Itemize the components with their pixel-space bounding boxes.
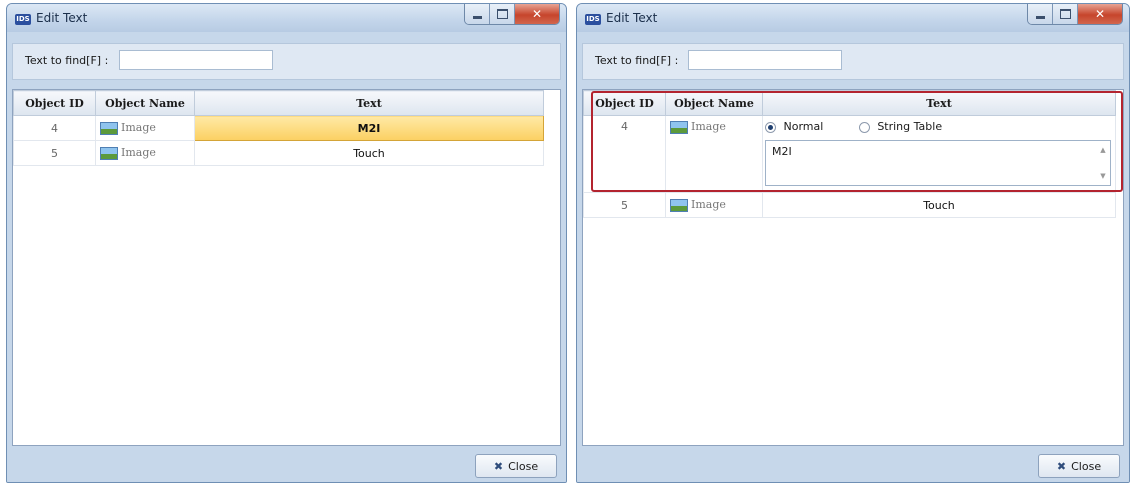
find-input[interactable] xyxy=(688,50,842,70)
object-id-cell: 4 xyxy=(13,115,96,141)
object-grid: Object ID Object Name Text 4 Image Norma… xyxy=(582,89,1124,446)
scroll-down-icon[interactable]: ▼ xyxy=(1100,172,1105,180)
table-row[interactable]: 4 Image M2I xyxy=(13,115,544,141)
radio-string-table-label[interactable]: String Table xyxy=(877,120,942,133)
grid-header: Object ID Object Name Text xyxy=(13,90,544,116)
edit-text-window-1: IDS Edit Text ✕ Text to find[F] : Object… xyxy=(6,3,567,483)
object-name-label: Image xyxy=(121,146,156,160)
close-icon: ✕ xyxy=(531,7,543,21)
table-row[interactable]: 5 Image Touch xyxy=(13,140,544,166)
table-row[interactable]: 5 Image Touch xyxy=(583,192,1116,218)
find-bar: Text to find[F] : xyxy=(12,43,561,80)
image-icon xyxy=(670,120,688,134)
object-id-cell: 5 xyxy=(583,192,666,218)
radio-normal-label[interactable]: Normal xyxy=(784,120,824,133)
radio-string-table[interactable] xyxy=(858,121,870,133)
column-header-object-id[interactable]: Object ID xyxy=(583,90,666,116)
close-window-button[interactable]: ✕ xyxy=(515,4,559,24)
radio-normal[interactable] xyxy=(765,121,776,133)
maximize-button[interactable] xyxy=(1053,4,1078,24)
maximize-icon xyxy=(496,9,508,19)
object-name-cell: Image xyxy=(665,115,763,193)
maximize-icon xyxy=(1059,9,1071,19)
minimize-icon xyxy=(1035,15,1045,19)
text-cell-selected[interactable]: M2I xyxy=(194,115,544,141)
app-icon: IDS xyxy=(585,14,601,25)
object-name-label: Image xyxy=(691,120,726,133)
object-name-cell: Image xyxy=(665,192,763,218)
window-title: Edit Text xyxy=(606,11,658,25)
object-grid: Object ID Object Name Text 4 Image M2I 5… xyxy=(12,89,561,446)
close-button[interactable]: ✖ Close xyxy=(1038,454,1120,478)
image-icon xyxy=(100,146,118,160)
window-title: Edit Text xyxy=(36,11,88,25)
object-name-label: Image xyxy=(121,121,156,135)
bottom-bar: ✖ Close xyxy=(7,448,566,482)
minimize-button[interactable] xyxy=(1028,4,1053,24)
column-header-object-id[interactable]: Object ID xyxy=(13,90,96,116)
window-controls: ✕ xyxy=(1027,4,1123,25)
text-cell[interactable]: Touch xyxy=(762,192,1116,218)
maximize-button[interactable] xyxy=(490,4,515,24)
close-x-icon: ✖ xyxy=(1056,459,1067,473)
bottom-bar: ✖ Close xyxy=(577,448,1129,482)
close-button-label: Close xyxy=(508,459,539,473)
object-name-cell: Image xyxy=(95,115,195,141)
grid-header: Object ID Object Name Text xyxy=(583,90,1116,116)
minimize-button[interactable] xyxy=(465,4,490,24)
close-button[interactable]: ✖ Close xyxy=(475,454,557,478)
find-input[interactable] xyxy=(119,50,273,70)
find-label: Text to find[F] : xyxy=(25,54,109,67)
scroll-up-icon[interactable]: ▲ xyxy=(1100,146,1105,154)
app-icon: IDS xyxy=(15,14,31,25)
object-id-cell: 4 xyxy=(583,115,666,193)
minimize-icon xyxy=(472,15,482,19)
object-name-cell: Image xyxy=(95,140,195,166)
close-window-button[interactable]: ✕ xyxy=(1078,4,1122,24)
find-bar: Text to find[F] : xyxy=(582,43,1124,80)
image-icon xyxy=(100,121,118,135)
text-mode-options: Normal String Table xyxy=(763,116,1115,138)
edit-text-window-2: IDS Edit Text ✕ Text to find[F] : Object… xyxy=(576,3,1130,483)
close-icon: ✕ xyxy=(1094,7,1106,21)
object-id-cell: 5 xyxy=(13,140,96,166)
column-header-object-name[interactable]: Object Name xyxy=(665,90,763,116)
table-row-editing[interactable]: 4 Image Normal String Table M2I ▲ ▼ xyxy=(583,115,1116,193)
window-controls: ✕ xyxy=(464,4,560,25)
title-bar[interactable]: IDS Edit Text ✕ xyxy=(7,4,566,32)
image-icon xyxy=(670,198,688,212)
title-bar[interactable]: IDS Edit Text ✕ xyxy=(577,4,1129,32)
text-editor-cell: Normal String Table M2I ▲ ▼ xyxy=(762,115,1116,193)
column-header-object-name[interactable]: Object Name xyxy=(95,90,195,116)
memo-value: M2I xyxy=(772,145,792,158)
close-button-label: Close xyxy=(1071,459,1102,473)
column-header-text[interactable]: Text xyxy=(762,90,1116,116)
column-header-text[interactable]: Text xyxy=(194,90,544,116)
memo-scrollbar[interactable]: ▲ ▼ xyxy=(1096,141,1110,185)
object-name-label: Image xyxy=(691,198,726,212)
text-memo-field[interactable]: M2I ▲ ▼ xyxy=(765,140,1111,186)
text-cell[interactable]: Touch xyxy=(194,140,544,166)
close-x-icon: ✖ xyxy=(493,459,504,473)
find-label: Text to find[F] : xyxy=(595,54,679,67)
